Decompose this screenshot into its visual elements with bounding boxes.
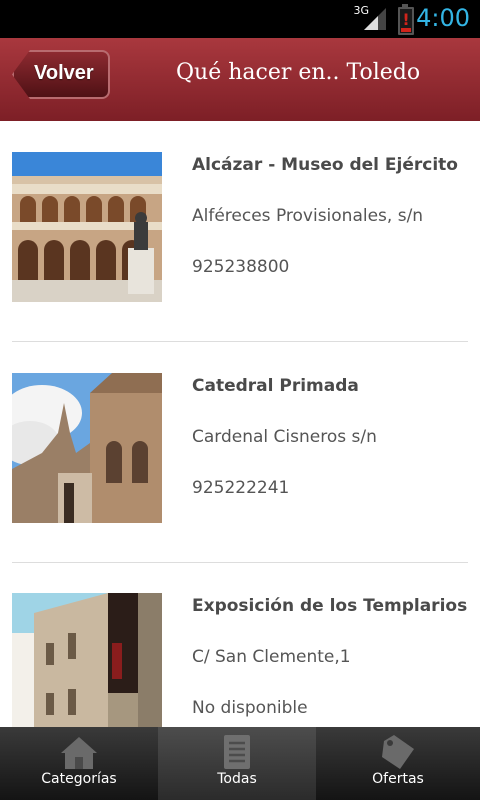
tab-bar: Categorías Todas Ofertas	[0, 727, 480, 800]
tab-todas[interactable]: Todas	[158, 727, 316, 800]
place-address: Cardenal Cisneros s/n	[192, 427, 377, 447]
tab-label: Todas	[217, 771, 257, 787]
header: Volver Qué hacer en.. Toledo	[0, 38, 480, 121]
back-button-label: Volver	[34, 62, 94, 84]
back-button[interactable]: Volver	[12, 50, 110, 99]
place-photo	[12, 152, 162, 302]
battery-icon: !	[398, 4, 414, 35]
place-photo	[12, 373, 162, 523]
document-icon	[224, 735, 250, 769]
page-title: Qué hacer en.. Toledo	[176, 60, 421, 85]
tab-label: Ofertas	[372, 771, 424, 787]
tab-categorias[interactable]: Categorías	[0, 727, 158, 800]
place-phone: 925222241	[192, 478, 290, 498]
list-item[interactable]: Alcázar - Museo del Ejército Alféreces P…	[0, 121, 480, 341]
clock: 4:00	[416, 4, 470, 32]
signal-icon	[364, 8, 386, 30]
status-bar: 3G ! 4:00	[0, 0, 480, 38]
places-list: Alcázar - Museo del Ejército Alféreces P…	[0, 121, 480, 727]
place-photo	[12, 593, 162, 727]
place-address: Alféreces Provisionales, s/n	[192, 206, 424, 226]
list-item[interactable]: Catedral Primada Cardenal Cisneros s/n 9…	[0, 342, 480, 562]
house-icon	[61, 737, 97, 769]
place-address: C/ San Clemente,1	[192, 647, 351, 667]
place-phone: No disponible	[192, 698, 308, 718]
place-name: Alcázar - Museo del Ejército	[192, 155, 458, 175]
place-name: Exposición de los Templarios	[192, 596, 468, 616]
place-phone: 925238800	[192, 257, 290, 277]
tab-label: Categorías	[41, 771, 117, 787]
list-item[interactable]: Exposición de los Templarios C/ San Clem…	[0, 563, 480, 727]
place-name: Catedral Primada	[192, 376, 359, 396]
tab-ofertas[interactable]: Ofertas	[316, 727, 480, 800]
tag-icon	[382, 735, 414, 769]
